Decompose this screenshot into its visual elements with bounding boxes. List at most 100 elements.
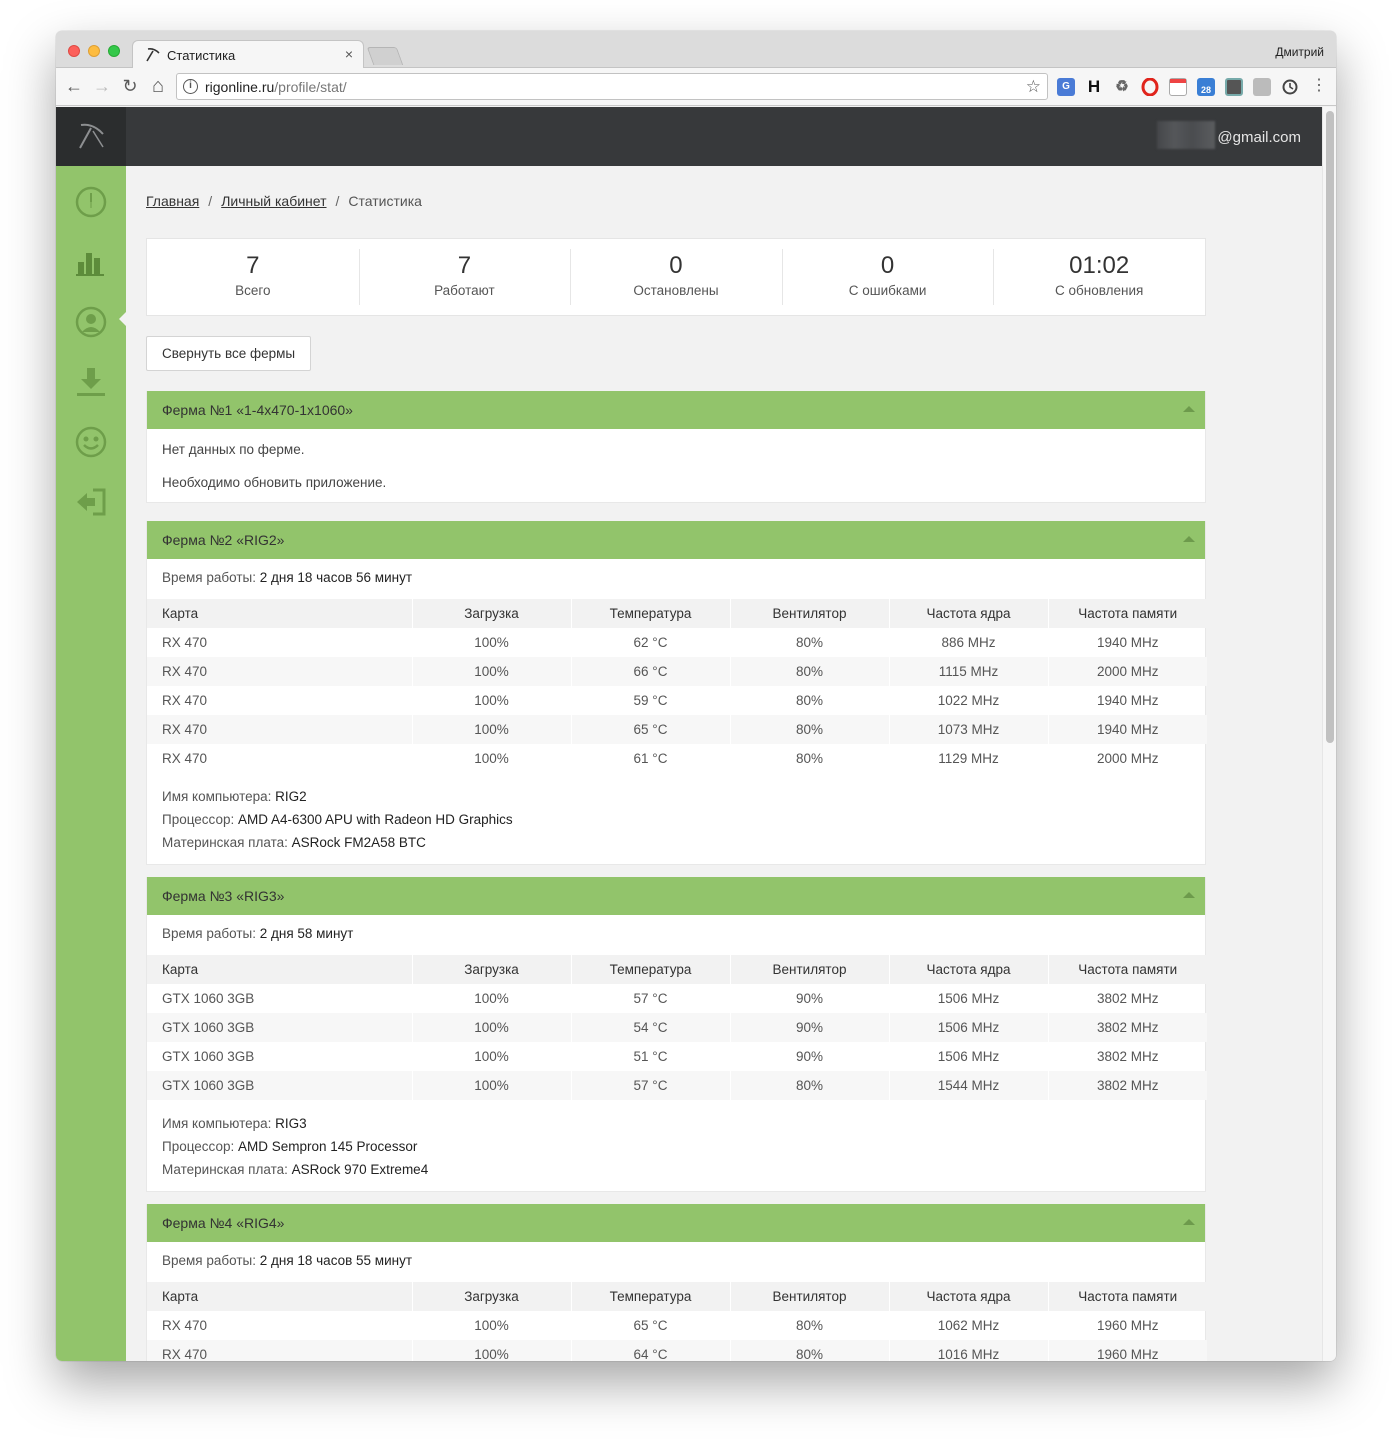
translate-icon[interactable]: G — [1057, 78, 1075, 96]
gpu-table: Карта Загрузка Температура Вентилятор Ча… — [147, 599, 1207, 773]
farm-header[interactable]: Ферма №2 «RIG2» — [147, 521, 1205, 559]
collapse-caret-icon[interactable] — [1183, 892, 1195, 898]
new-tab-button[interactable] — [366, 47, 404, 65]
table-header-row: Карта Загрузка Температура Вентилятор Ча… — [147, 1282, 1207, 1311]
tab-bar: Статистика × Дмитрий — [56, 31, 1336, 69]
farm-header[interactable]: Ферма №3 «RIG3» — [147, 877, 1205, 915]
breadcrumb-home-link[interactable]: Главная — [146, 193, 199, 209]
scrollbar-thumb[interactable] — [1326, 111, 1334, 743]
table-row: GTX 1060 3GB 100% 54 °C 90% 1506 MHz 3802 MHz — [147, 1013, 1207, 1042]
stat-errors: 0С ошибками — [781, 239, 994, 315]
farm-title: Ферма №4 «RIG4» — [162, 1215, 285, 1231]
pickaxe-icon — [146, 48, 160, 62]
dashboard-icon[interactable] — [75, 186, 107, 218]
collapse-caret-icon[interactable] — [1183, 406, 1195, 412]
farm-message: Нет данных по ферме. — [162, 442, 305, 457]
support-icon[interactable] — [75, 426, 107, 458]
stats-panel: 7 Всего 7 Работают 0 Остановлены 0С ошибкам… — [146, 238, 1206, 316]
col-mem-clock: Частота памяти — [1048, 599, 1207, 628]
farm-title: Ферма №2 «RIG2» — [162, 532, 285, 548]
collapse-caret-icon[interactable] — [1183, 536, 1195, 542]
farm-system-info: Имя компьютера: RIG2 Процессор: AMD A4-6… — [147, 773, 1205, 854]
browser-tab[interactable]: Статистика × — [132, 40, 364, 69]
site-info-icon[interactable]: i — [183, 79, 198, 94]
browser-window: Статистика × Дмитрий ← → ↻ ⌂ i rigonline… — [56, 31, 1336, 1361]
farm-header[interactable]: Ферма №1 «1-4x470-1x1060» — [147, 391, 1205, 429]
farm-message: Необходимо обновить приложение. — [162, 475, 387, 490]
motherboard-name: Материнская плата: ASRock 970 Extreme4 — [162, 1162, 429, 1177]
bookmark-star-icon[interactable]: ☆ — [1026, 77, 1041, 97]
logo[interactable] — [56, 107, 126, 166]
collapse-all-farms-button[interactable]: Свернуть все фермы — [146, 336, 312, 371]
col-temp: Температура — [571, 1282, 731, 1311]
minimize-window-button[interactable] — [88, 45, 100, 57]
browser-profile[interactable]: Дмитрий — [1275, 45, 1324, 59]
stats-icon[interactable] — [75, 246, 107, 278]
table-row: RX 470 100% 65 °C 80% 1073 MHz 1940 MHz — [147, 715, 1207, 744]
table-row: GTX 1060 3GB 100% 51 °C 90% 1506 MHz 3802 MHz — [147, 1042, 1207, 1071]
ghost-icon[interactable] — [1253, 78, 1271, 96]
recycle-icon[interactable]: ♻ — [1113, 78, 1131, 96]
table-header-row: Карта Загрузка Температура Вентилятор Ча… — [147, 599, 1207, 628]
farm-uptime: Время работы: 2 дня 58 минут — [162, 926, 354, 941]
h-icon[interactable]: H — [1085, 78, 1103, 96]
tab-title: Статистика — [167, 48, 236, 63]
breadcrumb-cabinet-link[interactable]: Личный кабинет — [221, 193, 326, 209]
download-icon[interactable] — [75, 366, 107, 398]
breadcrumb-separator: / — [208, 193, 213, 209]
farm-uptime: Время работы: 2 дня 18 часов 55 минут — [162, 1253, 413, 1268]
table-row: GTX 1060 3GB 100% 57 °C 90% 1506 MHz 3802 MHz — [147, 984, 1207, 1013]
page-scrollbar[interactable] — [1322, 107, 1336, 1361]
farm-title: Ферма №1 «1-4x470-1x1060» — [162, 402, 353, 418]
col-load: Загрузка — [412, 955, 572, 984]
table-row: RX 470 100% 61 °C 80% 1129 MHz 2000 MHz — [147, 744, 1207, 773]
col-core-clock: Частота ядра — [889, 955, 1049, 984]
clock-icon[interactable] — [1281, 78, 1299, 96]
farm-panel: Ферма №4 «RIG4» Время работы: 2 дня 18 ч… — [146, 1204, 1207, 1361]
farm-panel: Ферма №1 «1-4x470-1x1060» Нет данных по … — [146, 391, 1206, 503]
maximize-window-button[interactable] — [108, 45, 120, 57]
farm-system-info: Имя компьютера: RIG3 Процессор: AMD Semp… — [147, 1100, 1205, 1181]
table-row: GTX 1060 3GB 100% 57 °C 80% 1544 MHz 3802 MHz — [147, 1071, 1207, 1100]
computer-name: Имя компьютера: RIG2 — [162, 789, 307, 804]
farm-title: Ферма №3 «RIG3» — [162, 888, 285, 904]
gpu-table: Карта Загрузка Температура Вентилятор Ча… — [147, 1282, 1207, 1361]
profile-icon[interactable] — [75, 306, 107, 338]
col-fan: Вентилятор — [730, 599, 890, 628]
table-row: RX 470 100% 64 °C 80% 1016 MHz 1960 MHz — [147, 1340, 1207, 1361]
col-temp: Температура — [571, 599, 731, 628]
logout-icon[interactable] — [75, 486, 107, 518]
url-text[interactable]: rigonline.ru/profile/stat/ — [205, 79, 347, 95]
col-core-clock: Частота ядра — [889, 599, 1049, 628]
breadcrumb-current: Статистика — [348, 193, 422, 209]
collapse-caret-icon[interactable] — [1183, 1219, 1195, 1225]
computer-name: Имя компьютера: RIG3 — [162, 1116, 307, 1131]
table-row: RX 470 100% 59 °C 80% 1022 MHz 1940 MHz — [147, 686, 1207, 715]
cpu-name: Процессор: AMD A4-6300 APU with Radeon H… — [162, 812, 513, 827]
user-email[interactable]: @gmail.com — [1157, 121, 1301, 149]
calendar-icon[interactable] — [1169, 78, 1187, 96]
tab-close-icon[interactable]: × — [345, 46, 353, 62]
breadcrumb: Главная / Личный кабинет / Статистика — [146, 193, 422, 209]
browser-toolbar: ← → ↻ ⌂ i rigonline.ru/profile/stat/ ☆ G… — [56, 68, 1336, 106]
col-mem-clock: Частота памяти — [1048, 1282, 1207, 1311]
calendar-28-icon[interactable]: 28 — [1197, 78, 1215, 96]
col-load: Загрузка — [412, 1282, 572, 1311]
farm-header[interactable]: Ферма №4 «RIG4» — [147, 1204, 1205, 1242]
col-card: Карта — [147, 599, 413, 628]
browser-menu-icon[interactable]: ⋮ — [1308, 75, 1330, 97]
active-indicator — [119, 311, 127, 327]
photo-icon[interactable] — [1225, 78, 1243, 96]
reload-icon[interactable]: ↻ — [119, 75, 141, 97]
forward-icon[interactable]: → — [91, 75, 113, 97]
breadcrumb-separator: / — [335, 193, 340, 209]
farm-uptime: Время работы: 2 дня 18 часов 56 минут — [162, 570, 413, 585]
address-bar[interactable]: i rigonline.ru/profile/stat/ ☆ — [176, 73, 1048, 100]
back-icon[interactable]: ← — [63, 75, 85, 97]
stat-working: 7 Работают — [358, 239, 571, 315]
home-icon[interactable]: ⌂ — [147, 75, 169, 97]
stat-stopped: 0 Остановлены — [570, 239, 782, 315]
opera-icon[interactable] — [1141, 77, 1159, 97]
close-window-button[interactable] — [68, 45, 80, 57]
gpu-table: Карта Загрузка Температура Вентилятор Ча… — [147, 955, 1207, 1100]
